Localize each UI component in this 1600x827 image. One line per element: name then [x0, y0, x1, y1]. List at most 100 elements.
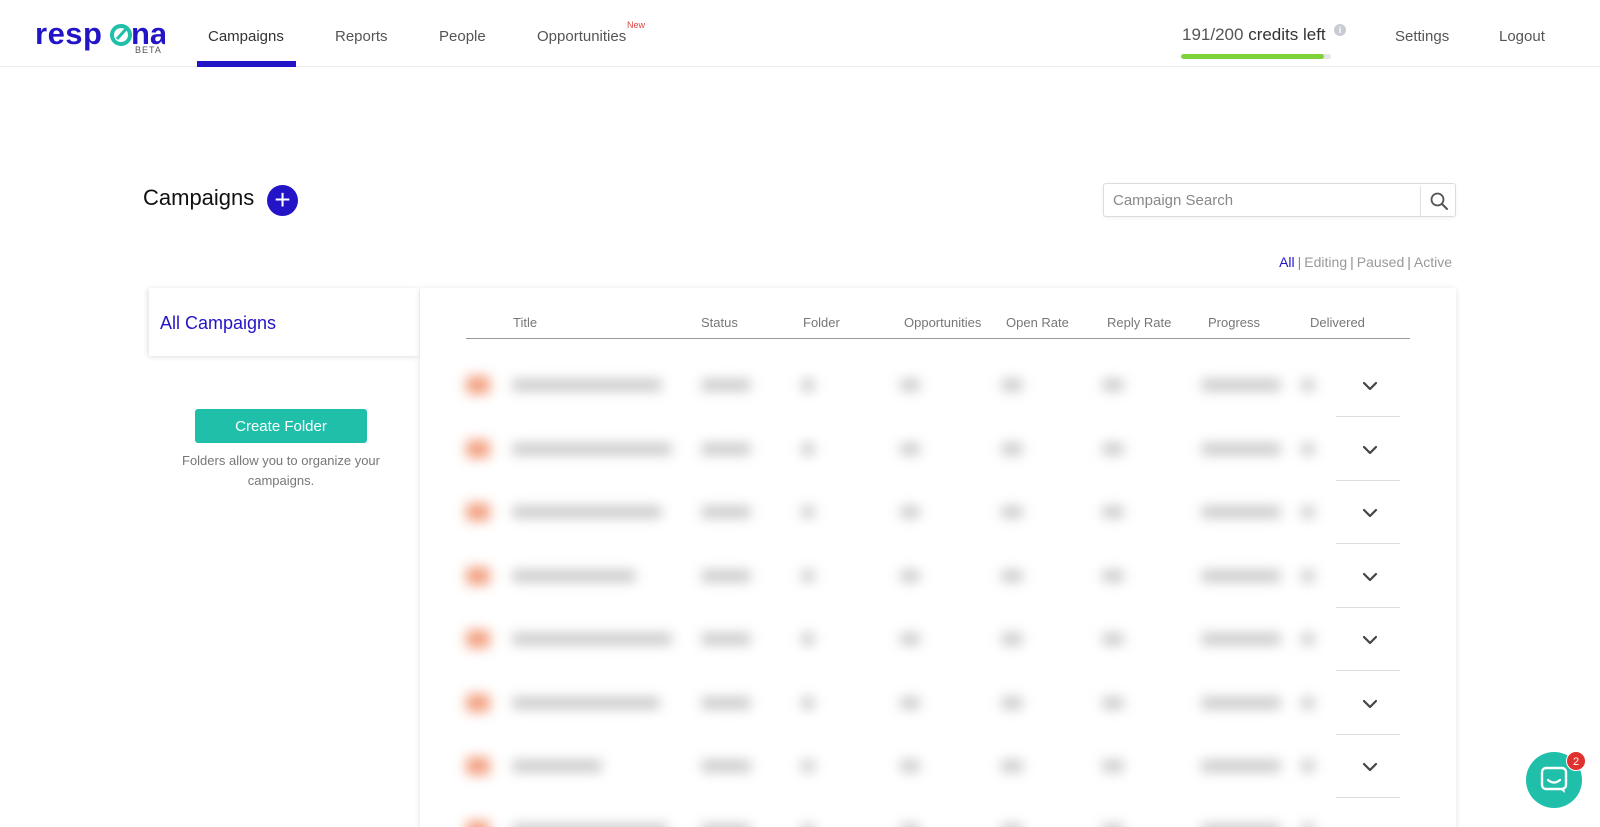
row-cell-blurred	[801, 442, 815, 455]
row-status-chip	[466, 757, 490, 775]
svg-text:resp: resp	[35, 16, 102, 51]
folder-hint: Folders allow you to organize your campa…	[182, 453, 380, 488]
filter-editing[interactable]: Editing	[1304, 254, 1347, 270]
column-reply-rate[interactable]: Reply Rate	[1107, 315, 1171, 330]
row-cell-blurred	[900, 760, 920, 772]
new-badge: New	[627, 20, 646, 30]
row-cell-blurred	[512, 442, 672, 455]
column-open-rate[interactable]: Open Rate	[1006, 315, 1069, 330]
search-divider	[1420, 186, 1421, 216]
row-cell-blurred	[701, 569, 751, 582]
row-status-chip	[466, 439, 490, 458]
folder-all-campaigns-label: All Campaigns	[160, 313, 277, 333]
row-cell-blurred	[1102, 696, 1124, 709]
column-progress[interactable]: Progress	[1208, 315, 1260, 330]
table-row[interactable]	[456, 672, 1410, 735]
row-cell-blurred	[1001, 569, 1023, 582]
table-row[interactable]	[456, 418, 1410, 481]
row-content-blurred	[456, 735, 1324, 798]
row-cell-blurred	[1201, 569, 1281, 582]
chevron-down-icon[interactable]	[1360, 630, 1380, 650]
chevron-down-icon[interactable]	[1360, 503, 1380, 523]
row-cell-blurred	[1001, 633, 1023, 645]
campaign-search	[1103, 183, 1456, 217]
campaign-search-input[interactable]	[1104, 184, 1420, 216]
row-cell-blurred	[801, 506, 815, 518]
row-cell-blurred	[1201, 633, 1281, 645]
search-icon[interactable]	[1429, 191, 1449, 211]
add-campaign-button[interactable]: +	[267, 185, 298, 216]
row-cell-blurred	[801, 696, 815, 709]
row-cell-blurred	[701, 823, 751, 827]
filter-separator: |	[1407, 254, 1411, 270]
table-row[interactable]	[456, 481, 1410, 544]
column-status[interactable]: Status	[701, 315, 738, 330]
nav-logout[interactable]: Logout	[1499, 0, 1545, 67]
row-content-blurred	[456, 799, 1324, 827]
nav-reports[interactable]: Reports	[335, 0, 388, 67]
row-status-chip	[466, 376, 490, 394]
info-icon[interactable]: i	[1334, 24, 1346, 36]
folder-all-campaigns[interactable]: All Campaigns	[149, 288, 419, 356]
row-cell-blurred	[801, 823, 815, 827]
row-cell-blurred	[1201, 696, 1281, 709]
row-status-chip	[466, 693, 490, 712]
row-cell-blurred	[1301, 506, 1315, 518]
credits-progress-fill	[1181, 54, 1325, 59]
active-tab-indicator	[197, 61, 296, 67]
row-cell-blurred	[1301, 379, 1315, 391]
chevron-down-icon[interactable]	[1360, 694, 1380, 714]
row-cell-blurred	[1102, 506, 1124, 518]
table-row[interactable]	[456, 354, 1410, 417]
chevron-down-icon[interactable]	[1360, 821, 1380, 827]
chevron-down-icon[interactable]	[1360, 757, 1380, 777]
row-cell-blurred	[1301, 569, 1315, 582]
row-cell-blurred	[1201, 506, 1281, 518]
top-navigation: resp na BETA Campaigns Reports People Op…	[0, 0, 1600, 67]
row-cell-blurred	[1201, 442, 1281, 455]
table-row[interactable]	[456, 735, 1410, 798]
row-cell-blurred	[1201, 823, 1281, 827]
table-row[interactable]	[456, 545, 1410, 608]
table-row[interactable]	[456, 799, 1410, 827]
table-header-divider	[466, 338, 1410, 339]
nav-people[interactable]: People	[439, 0, 486, 67]
chevron-down-icon[interactable]	[1360, 567, 1380, 587]
filter-all[interactable]: All	[1279, 254, 1295, 270]
row-cell-blurred	[1301, 760, 1315, 772]
row-cell-blurred	[512, 760, 602, 772]
chevron-down-icon[interactable]	[1360, 376, 1380, 396]
row-cell-blurred	[801, 569, 815, 582]
row-cell-blurred	[701, 696, 751, 709]
column-title[interactable]: Title	[513, 315, 537, 330]
row-status-chip	[466, 630, 490, 648]
nav-settings[interactable]: Settings	[1395, 0, 1449, 67]
filter-active[interactable]: Active	[1414, 254, 1452, 270]
row-content-blurred	[456, 672, 1324, 735]
status-filter: All | Editing | Paused | Active	[1279, 254, 1452, 270]
nav-campaigns[interactable]: Campaigns	[208, 0, 284, 67]
row-cell-blurred	[1001, 442, 1023, 455]
row-cell-blurred	[900, 506, 920, 518]
chat-icon	[1540, 766, 1568, 793]
row-cell-blurred	[701, 760, 751, 772]
row-status-chip	[466, 566, 490, 585]
row-cell-blurred	[1201, 760, 1281, 772]
row-cell-blurred	[512, 696, 660, 709]
row-cell-blurred	[1301, 696, 1315, 709]
row-cell-blurred	[1001, 760, 1023, 772]
row-cell-blurred	[1102, 442, 1124, 455]
column-delivered[interactable]: Delivered	[1310, 315, 1365, 330]
table-row[interactable]	[456, 608, 1410, 671]
credits-label: credits left	[1248, 25, 1326, 44]
column-folder[interactable]: Folder	[803, 315, 840, 330]
nav-opportunities[interactable]: Opportunities	[537, 0, 626, 67]
column-opportunities[interactable]: Opportunities	[904, 315, 981, 330]
create-folder-button[interactable]: Create Folder	[195, 409, 367, 443]
filter-paused[interactable]: Paused	[1357, 254, 1404, 270]
row-cell-blurred	[1301, 823, 1315, 827]
row-cell-blurred	[701, 506, 751, 518]
row-cell-blurred	[1001, 506, 1023, 518]
chevron-down-icon[interactable]	[1360, 440, 1380, 460]
respona-logo[interactable]: resp na BETA	[35, 16, 168, 56]
